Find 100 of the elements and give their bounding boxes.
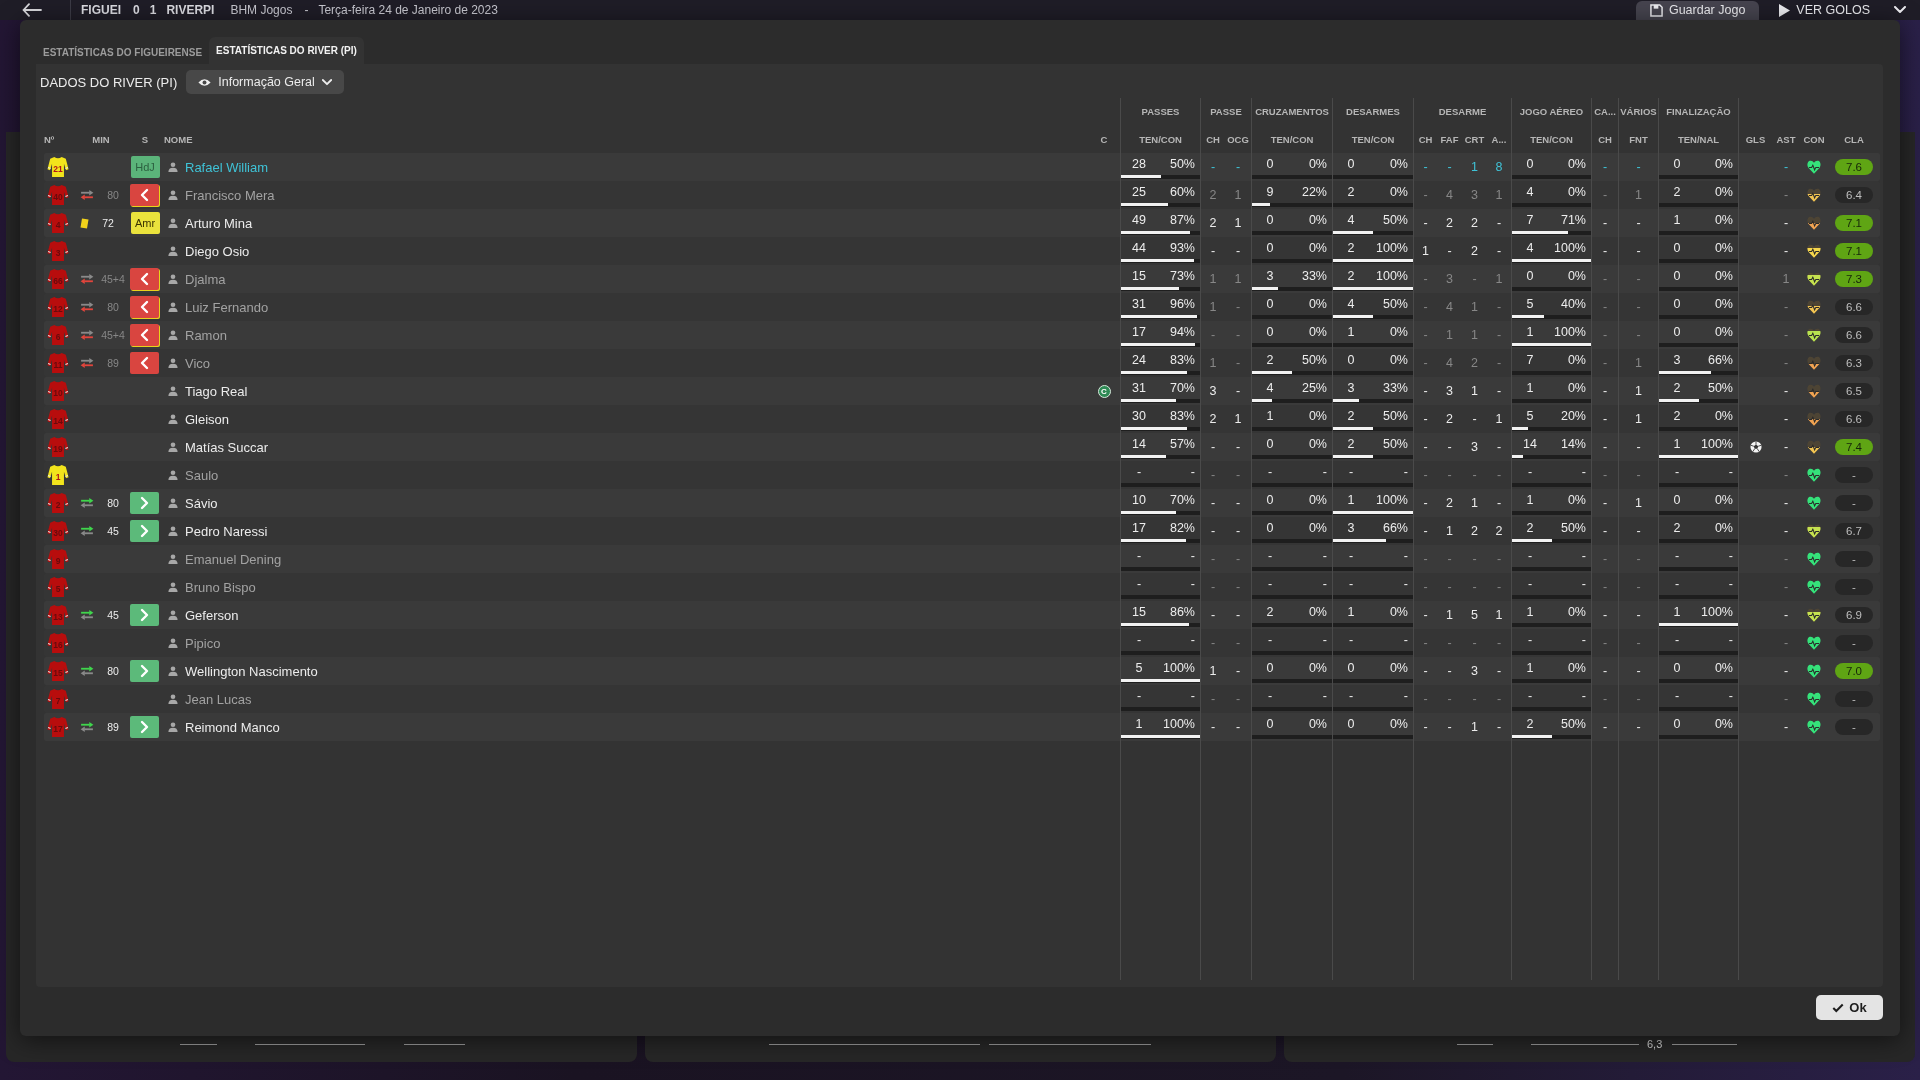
stat-value: 0 — [1265, 661, 1275, 675]
column-header[interactable]: CH — [1418, 133, 1433, 145]
minute-text: 45+4 — [100, 273, 126, 285]
player-name[interactable]: Matías Succar — [185, 439, 269, 455]
stat-value: 0 — [1265, 717, 1275, 731]
column-header[interactable]: NOME — [164, 133, 193, 145]
column-header[interactable]: FAF — [1440, 133, 1459, 145]
column-header[interactable]: CLA — [1844, 133, 1864, 145]
player-name[interactable]: Rafael William — [185, 159, 269, 175]
person-icon — [168, 386, 178, 396]
player-name[interactable]: Tiago Real — [185, 383, 248, 399]
chevron-down-icon[interactable] — [1894, 6, 1906, 14]
stat-percent: 100% — [1700, 437, 1734, 451]
stat-percent: 60% — [1168, 185, 1196, 199]
player-name[interactable]: Ramon — [185, 327, 227, 343]
stat-percent: 0% — [1307, 325, 1328, 339]
rating-badge: 6.7 — [1835, 523, 1873, 539]
column-header[interactable]: A... — [1491, 133, 1507, 145]
watch-goals-button[interactable]: VER GOLOS — [1765, 0, 1884, 20]
stat-value: - — [1266, 465, 1274, 479]
stat-value: - — [1266, 689, 1274, 703]
stat-value: 1 — [1471, 300, 1478, 314]
column-header[interactable]: AST — [1776, 133, 1796, 145]
minute-text: 80 — [106, 497, 120, 509]
stat-value: - — [1235, 552, 1241, 566]
group-header: DESARME — [1438, 106, 1487, 117]
team-name: FIGUEI — [81, 3, 121, 17]
stat-value: - — [1636, 272, 1641, 286]
column-header[interactable]: CH — [1206, 133, 1220, 145]
minute-text: 45+4 — [100, 329, 126, 341]
column-header[interactable]: TEN/NAL — [1677, 133, 1720, 145]
stat-value: - — [1783, 412, 1789, 426]
stat-value: - — [1347, 549, 1355, 563]
stat-percent: 0% — [1713, 157, 1734, 171]
stat-value: 2 — [1471, 216, 1478, 230]
column-header[interactable]: S — [141, 133, 149, 145]
column-header[interactable]: C — [1100, 133, 1108, 145]
player-name[interactable]: Djalma — [185, 271, 226, 287]
ok-button[interactable]: Ok — [1816, 995, 1883, 1020]
column-header[interactable]: FNT — [1629, 133, 1648, 145]
stat-value: - — [1423, 720, 1428, 734]
player-name[interactable]: Gleison — [185, 411, 230, 427]
stat-percent: 0% — [1388, 157, 1409, 171]
stat-value: 2 — [1265, 353, 1275, 367]
save-game-button[interactable]: Guardar Jogo — [1635, 0, 1760, 20]
stat-percent: 70% — [1168, 381, 1196, 395]
column-header[interactable]: Nº — [44, 133, 55, 145]
player-name[interactable]: Vico — [185, 355, 211, 371]
stat-value: - — [1636, 664, 1641, 678]
person-icon — [168, 358, 178, 368]
player-name[interactable]: Emanuel Dening — [185, 551, 282, 567]
stat-value: - — [1526, 465, 1534, 479]
player-name[interactable]: Luiz Fernando — [185, 299, 269, 315]
column-header[interactable]: OCG — [1227, 133, 1249, 145]
player-name[interactable]: Arturo Mina — [185, 215, 253, 231]
player-name[interactable]: Francisco Mera — [185, 187, 275, 203]
player-name[interactable]: Jean Lucas — [185, 691, 252, 707]
stat-value: - — [1472, 468, 1477, 482]
column-header[interactable]: MIN — [92, 133, 110, 145]
player-name[interactable]: Saulo — [185, 467, 219, 483]
rating-badge: - — [1835, 467, 1873, 483]
stat-value: - — [1135, 549, 1143, 563]
column-header[interactable]: TEN/CON — [1530, 133, 1573, 145]
player-name[interactable]: Bruno Bispo — [185, 579, 256, 595]
player-name[interactable]: Pipico — [185, 635, 221, 651]
stat-value: - — [1636, 692, 1641, 706]
stat-value: 24 — [1131, 353, 1147, 367]
stat-value: - — [1783, 692, 1789, 706]
stat-value: - — [1235, 496, 1241, 510]
stat-value: - — [1602, 636, 1608, 650]
stat-value: - — [1496, 496, 1502, 510]
column-header[interactable]: GLS — [1745, 133, 1766, 145]
tab[interactable]: ESTATÍSTICAS DO RIVER (PI) — [209, 37, 364, 64]
player-name[interactable]: Geferson — [185, 607, 239, 623]
rating-badge: 6.4 — [1835, 187, 1873, 203]
player-name[interactable]: Diego Osio — [185, 243, 250, 259]
stat-percent: 0% — [1307, 437, 1328, 451]
column-header[interactable]: CH — [1598, 133, 1612, 145]
column-header[interactable]: TEN/CON — [1139, 133, 1182, 145]
column-header[interactable]: CON — [1803, 133, 1825, 145]
stat-percent: 50% — [1168, 157, 1196, 171]
stat-percent: 0% — [1307, 213, 1328, 227]
column-header[interactable]: CRT — [1464, 133, 1485, 145]
status-tag: HdJ — [130, 156, 160, 178]
player-name[interactable]: Pedro Naressi — [185, 523, 268, 539]
stat-value: - — [1526, 689, 1534, 703]
back-arrow-icon[interactable] — [22, 3, 42, 17]
stat-percent: 100% — [1553, 325, 1587, 339]
player-name[interactable]: Wellington Nascimento — [185, 663, 318, 679]
view-dropdown[interactable]: Informação Geral — [186, 70, 344, 94]
stat-percent: 83% — [1168, 353, 1196, 367]
stat-percent: 50% — [1300, 353, 1328, 367]
stat-value: 2 — [1446, 216, 1453, 230]
column-header[interactable]: TEN/CON — [1270, 133, 1314, 145]
tab[interactable]: ESTATÍSTICAS DO FIGUEIRENSE — [36, 40, 210, 64]
player-name[interactable]: Sávio — [185, 495, 218, 511]
column-header[interactable]: TEN/CON — [1351, 133, 1395, 145]
stat-percent: 50% — [1381, 213, 1409, 227]
player-name[interactable]: Reimond Manco — [185, 719, 280, 735]
rating-badge: 6.6 — [1835, 299, 1873, 315]
